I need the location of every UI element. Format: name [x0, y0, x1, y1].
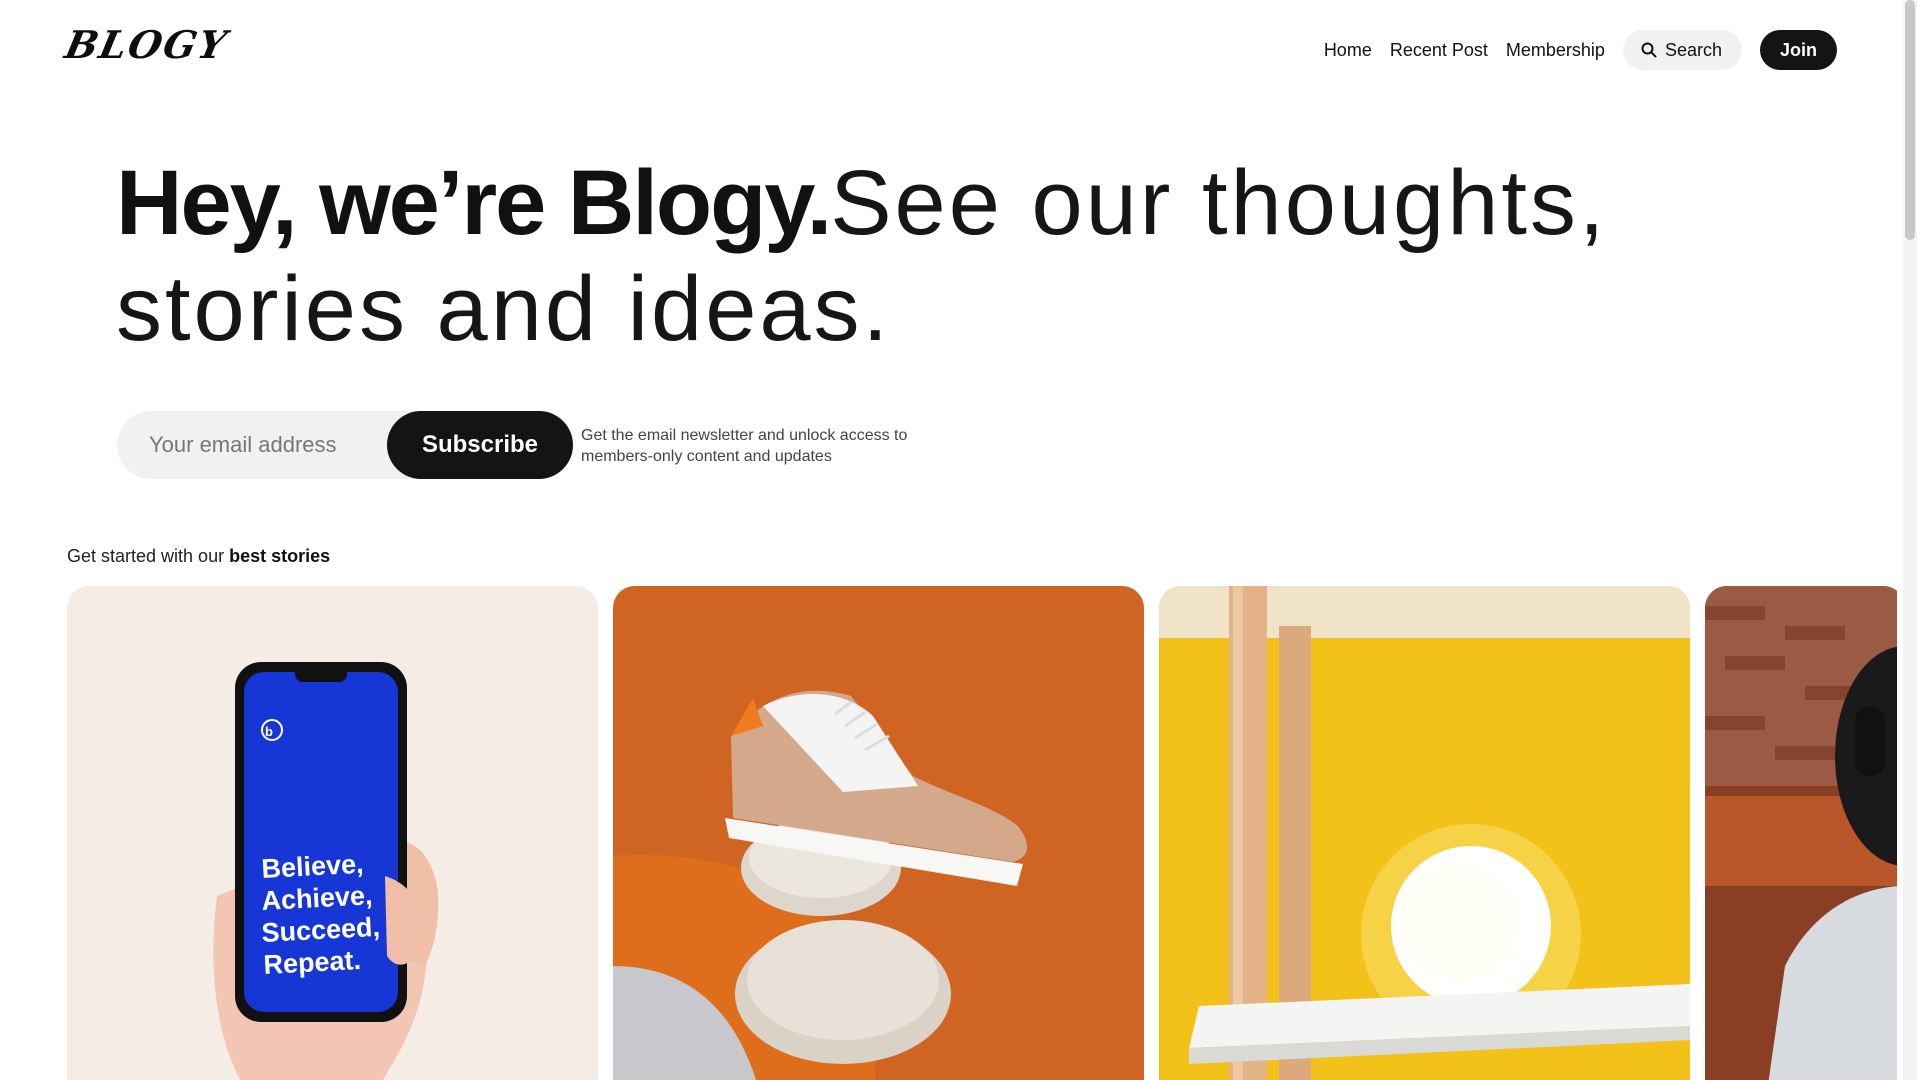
- best-stories-label: Get started with our best stories: [67, 546, 330, 567]
- nav-membership[interactable]: Membership: [1506, 40, 1605, 61]
- email-box: Subscribe: [117, 411, 573, 479]
- phone-image: b Believe, Achieve, Succeed, Repeat.: [67, 586, 598, 1080]
- headphones-image: [1705, 586, 1897, 1080]
- search-icon: [1641, 42, 1657, 58]
- story-card-sneaker[interactable]: [613, 586, 1144, 1080]
- subscribe-note: Get the email newsletter and unlock acce…: [581, 427, 908, 465]
- svg-text:b: b: [265, 724, 273, 739]
- phone-text-4: Repeat.: [263, 945, 362, 980]
- search-button[interactable]: Search: [1622, 30, 1742, 70]
- search-label: Search: [1664, 39, 1722, 60]
- nav-recent-post[interactable]: Recent Post: [1390, 40, 1488, 61]
- subscribe-form: Subscribe: [117, 411, 573, 479]
- hero-heading-bold: Hey, we’re Blogy.: [116, 152, 832, 254]
- phone-text-1: Believe,: [261, 849, 365, 884]
- logo[interactable]: BLOGY: [61, 22, 232, 67]
- email-input[interactable]: [147, 431, 401, 459]
- story-card-phone[interactable]: b Believe, Achieve, Succeed, Repeat.: [67, 586, 598, 1080]
- sneaker-image: [613, 586, 1144, 1080]
- phone-text-3: Succeed,: [261, 912, 381, 948]
- main-nav: Home Recent Post Membership Search Join: [1324, 30, 1837, 70]
- hero-heading: Hey, we’re Blogy.See our thoughts, stori…: [116, 150, 1676, 362]
- scrollbar-thumb[interactable]: [1905, 0, 1915, 240]
- nav-home[interactable]: Home: [1324, 40, 1372, 61]
- best-stories-emph: best stories: [229, 546, 331, 566]
- story-carousel: b Believe, Achieve, Succeed, Repeat.: [67, 586, 1897, 1080]
- join-button[interactable]: Join: [1759, 30, 1837, 70]
- subscribe-button[interactable]: Subscribe: [387, 411, 573, 479]
- best-stories-prefix: Get started with our: [67, 546, 230, 566]
- phone-text-2: Achieve,: [261, 880, 373, 916]
- story-card-lamp[interactable]: [1159, 586, 1690, 1080]
- story-card-headphones[interactable]: [1705, 586, 1897, 1080]
- lamp-image: [1159, 586, 1690, 1080]
- scrollbar[interactable]: [1903, 0, 1917, 1080]
